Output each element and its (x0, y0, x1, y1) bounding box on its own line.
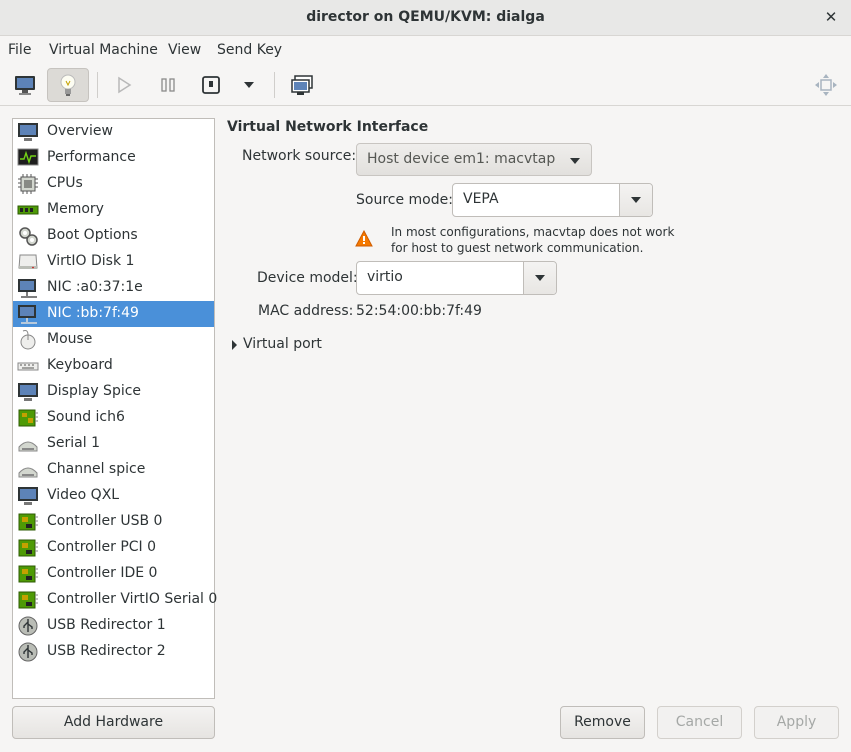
chevron-down-icon (244, 82, 254, 88)
device-model-label: Device model: (257, 270, 358, 286)
toolbar-separator (274, 72, 275, 98)
lightbulb-icon (60, 74, 76, 96)
sidebar-item-display-spice[interactable]: Display Spice (13, 379, 214, 405)
fullscreen-icon (815, 74, 837, 96)
monitor-icon (15, 76, 35, 95)
cancel-button[interactable]: Cancel (657, 706, 742, 739)
sidebar-item-virtio-disk-1[interactable]: VirtIO Disk 1 (13, 249, 214, 275)
sidebar-item-nic-a0371e[interactable]: NIC :a0:37:1e (13, 275, 214, 301)
cpu-icon (18, 174, 38, 194)
apply-button[interactable]: Apply (754, 706, 839, 739)
menu-file[interactable]: File (8, 42, 31, 58)
performance-icon (17, 148, 39, 166)
close-icon[interactable]: ✕ (823, 8, 839, 26)
panel-title: Virtual Network Interface (227, 119, 429, 135)
chevron-down-icon (570, 158, 580, 164)
sidebar-item-channel-spice[interactable]: Channel spice (13, 457, 214, 483)
toolbar-separator (97, 72, 98, 98)
memory-icon (17, 205, 39, 215)
sidebar-item-cpus[interactable]: CPUs (13, 171, 214, 197)
usb-icon (18, 616, 38, 636)
sidebar-item-sound-ich6[interactable]: Sound ich6 (13, 405, 214, 431)
sidebar-item-controller-usb-0[interactable]: Controller USB 0 (13, 509, 214, 535)
menu-virtual-machine[interactable]: Virtual Machine (49, 42, 158, 58)
macvtap-warning-text: In most configurations, macvtap does not… (391, 225, 675, 255)
display-icon (18, 383, 38, 401)
warning-icon (355, 230, 373, 247)
device-model-combo[interactable]: virtio (356, 261, 557, 295)
channel-icon (18, 467, 38, 478)
controller-icon (18, 565, 38, 583)
sidebar-item-boot-options[interactable]: Boot Options (13, 223, 214, 249)
mouse-icon (20, 330, 36, 350)
mac-address-label: MAC address: (258, 303, 354, 319)
sidebar-item-controller-pci-0[interactable]: Controller PCI 0 (13, 535, 214, 561)
sound-icon (18, 409, 38, 427)
shutdown-button[interactable] (190, 68, 232, 102)
hardware-list: Overview Performance CPUs Memory Boot Op… (12, 118, 217, 699)
details-view-button[interactable] (47, 68, 89, 102)
sidebar-item-video-qxl[interactable]: Video QXL (13, 483, 214, 509)
sidebar-item-nic-bb7f49[interactable]: NIC :bb:7f:49 (13, 301, 214, 327)
sidebar-item-memory[interactable]: Memory (13, 197, 214, 223)
sidebar-item-serial-1[interactable]: Serial 1 (13, 431, 214, 457)
network-source-select[interactable]: Host device em1: macvtap (356, 143, 592, 176)
snapshot-icon (291, 75, 313, 95)
source-mode-label: Source mode: (356, 192, 453, 208)
controller-icon (18, 513, 38, 531)
chevron-down-icon (631, 197, 641, 203)
run-button[interactable] (103, 68, 145, 102)
fullscreen-button[interactable] (805, 68, 847, 102)
mac-address-value: 52:54:00:bb:7f:49 (356, 303, 482, 319)
remove-button[interactable]: Remove (560, 706, 645, 739)
toolbar (0, 64, 851, 106)
sidebar-item-usb-redirector-1[interactable]: USB Redirector 1 (13, 613, 214, 639)
menu-send-key[interactable]: Send Key (217, 42, 282, 58)
source-mode-dropdown-button[interactable] (619, 184, 652, 216)
menu-view[interactable]: View (168, 42, 201, 58)
sidebar-item-usb-redirector-2[interactable]: USB Redirector 2 (13, 639, 214, 665)
snapshots-button[interactable] (281, 68, 323, 102)
console-view-button[interactable] (4, 68, 46, 102)
controller-icon (18, 539, 38, 557)
sidebar-item-performance[interactable]: Performance (13, 145, 214, 171)
window-title: director on QEMU/KVM: dialga (306, 9, 545, 25)
nic-icon (18, 305, 37, 324)
overview-icon (18, 123, 38, 141)
video-icon (18, 487, 38, 505)
menu-bar: File Virtual Machine View Send Key (0, 36, 851, 64)
controller-icon (18, 591, 38, 609)
shutdown-menu-button[interactable] (228, 68, 270, 102)
sidebar-item-overview[interactable]: Overview (13, 119, 214, 145)
sidebar-item-mouse[interactable]: Mouse (13, 327, 214, 353)
pause-icon (161, 78, 175, 92)
chevron-down-icon (535, 275, 545, 281)
sidebar-item-controller-ide-0[interactable]: Controller IDE 0 (13, 561, 214, 587)
virtual-port-expander[interactable]: Virtual port (230, 336, 350, 356)
nic-icon (18, 279, 37, 298)
title-bar: director on QEMU/KVM: dialga ✕ (0, 0, 851, 36)
source-mode-combo[interactable]: VEPA (452, 183, 653, 217)
network-source-label: Network source: (242, 148, 357, 164)
keyboard-icon (17, 362, 39, 371)
usb-icon (18, 642, 38, 662)
disk-icon (18, 254, 38, 269)
pause-button[interactable] (147, 68, 189, 102)
boot-options-icon (19, 227, 38, 246)
sidebar-item-controller-virtio-serial-0[interactable]: Controller VirtIO Serial 0 (13, 587, 217, 613)
serial-icon (18, 441, 38, 452)
add-hardware-button[interactable]: Add Hardware (12, 706, 215, 739)
power-icon (202, 76, 220, 94)
device-model-dropdown-button[interactable] (523, 262, 556, 294)
sidebar-item-keyboard[interactable]: Keyboard (13, 353, 214, 379)
chevron-right-icon (232, 340, 237, 350)
play-icon (118, 76, 132, 94)
